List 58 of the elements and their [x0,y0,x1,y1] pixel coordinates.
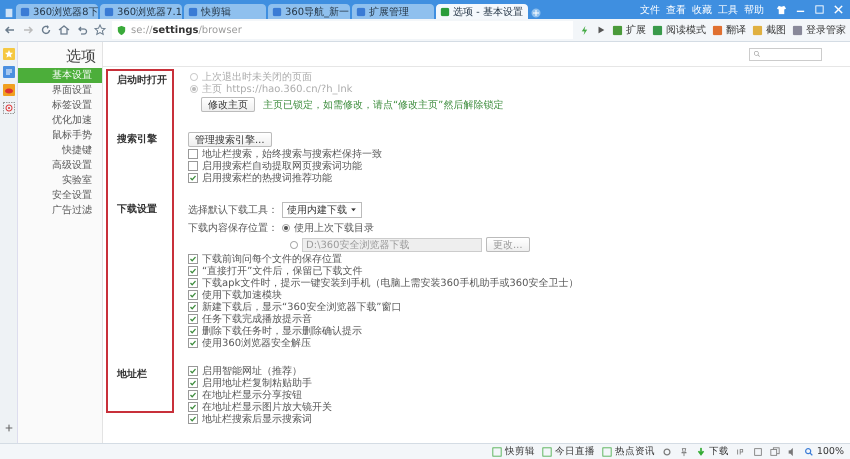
checkbox-label: 下载apk文件时，提示一键安装到手机（电脑上需安装360手机助手或360安全卫士） [202,276,578,290]
manage-search-engines-button[interactable]: 管理搜索引擎... [188,132,272,146]
browser-tab[interactable]: 快剪辑 [184,4,266,19]
toolbar-button[interactable]: 登录管家 [806,23,846,37]
toolbar-button[interactable]: 阅读模式 [666,23,706,37]
nav-item[interactable]: 界面设置 [18,83,102,98]
checkbox-label: 地址栏搜索后显示搜索词 [202,412,312,426]
url-text: se://settings/browser [131,24,242,36]
checkbox-label: 地址栏搜索，始终搜索与搜索栏保持一致 [202,148,382,160]
section-label: 启动时打开 [116,73,168,88]
nav-item[interactable]: 鼠标手势 [18,128,102,143]
lock-note: 主页已锁定，如需修改，请点“修改主页”然后解除锁定 [263,98,504,112]
checkbox-label: 在地址栏显示图片放大镜开关 [202,400,332,414]
nav-item[interactable]: 快捷键 [18,143,102,158]
checkbox-label: 启用地址栏复制粘贴助手 [202,376,312,390]
status-item[interactable]: 快剪辑 [504,445,535,458]
checkbox-label: 下载前询问每个文件的保存位置 [202,252,342,266]
status-item[interactable]: 今日直播 [554,445,595,458]
field-label: 选择默认下载工具： [188,204,278,216]
toolbar-button[interactable]: 扩展 [626,23,646,37]
zoom-level[interactable]: 100% [816,446,844,457]
address-field[interactable]: se://settings/browser [112,21,573,39]
toolbar-button[interactable]: 截图 [766,23,786,37]
checkbox-label: 在地址栏显示分享按钮 [202,388,302,402]
section-label: 搜索引擎 [116,132,158,147]
page-title: 选项 [65,46,97,67]
nav-item[interactable]: 标签设置 [18,98,102,113]
nav-item[interactable]: 广告过滤 [18,203,102,218]
checkbox-label: 使用下载加速模块 [202,288,282,302]
status-item[interactable]: 热点资讯 [614,445,655,458]
browser-tab[interactable]: 选项 - 基本设置 [436,4,528,19]
checkbox-label: 删除下载任务时，显示删除确认提示 [202,324,362,338]
browser-tab[interactable]: 360导航_新一 [268,4,350,19]
checkbox-label: 启用智能网址（推荐） [202,364,302,378]
toolbar-button[interactable]: 翻译 [726,23,746,37]
checkbox-label: 启用搜索栏的热搜词推荐功能 [202,172,332,185]
homepage-url: https://hao.360.cn/?h_lnk [226,84,352,94]
browser-tab[interactable]: 360浏览器8下 [16,4,98,19]
nav-item[interactable]: 安全设置 [18,188,102,203]
edit-homepage-button[interactable]: 修改主页 [201,97,255,112]
field-label: 下载内容保存位置： [188,222,278,234]
radio-label: 上次退出时未关闭的页面 [202,70,312,84]
checkbox-label: 使用360浏览器安全解压 [202,336,312,350]
download-button[interactable]: 下载 [708,445,729,458]
checkbox-label: “直接打开”文件后，保留已下载文件 [202,264,362,278]
browser-tab[interactable]: 扩展管理 [352,4,434,19]
browser-tab[interactable]: 360浏览器7.1 [100,4,182,19]
nav-item[interactable]: 优化加速 [18,113,102,128]
section-label: 地址栏 [116,368,148,382]
checkbox-label: 启用搜索栏自动提取网页搜索词功能 [202,160,362,172]
checkbox-label: 任务下载完成播放提示音 [202,312,312,326]
nav-item[interactable]: 高级设置 [18,158,102,173]
download-tool-dropdown[interactable]: 使用内建下载 [282,202,362,218]
checkbox-label: 新建下载后，显示“360安全浏览器下载”窗口 [202,300,402,314]
section-label: 下载设置 [116,202,158,217]
nav-item[interactable]: 实验室 [18,173,102,188]
radio-label: 使用上次下载目录 [294,222,374,234]
radio-label: 主页 [202,82,222,96]
